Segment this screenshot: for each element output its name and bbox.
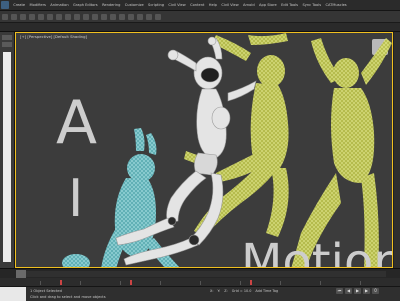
menu-app-store[interactable]: App Store	[257, 0, 279, 10]
curve-editor-icon[interactable]	[127, 13, 134, 20]
track-tick	[280, 281, 281, 285]
scene-explorer-panel	[0, 32, 15, 268]
layer-icon[interactable]	[118, 13, 125, 20]
align-icon[interactable]	[109, 13, 116, 20]
snap-icon[interactable]	[82, 13, 89, 20]
main-toolbar	[0, 11, 400, 23]
go-to-start-icon[interactable]: ⏮	[336, 288, 343, 294]
track-tick	[40, 281, 41, 285]
explorer-tab[interactable]	[2, 42, 12, 47]
undo-icon[interactable]	[1, 13, 8, 20]
menu-catmuscles[interactable]: CATMuscles	[323, 0, 349, 10]
y-coord-label[interactable]: Y:	[217, 289, 220, 293]
prompt-line: Click and drag to select and move object…	[30, 295, 106, 299]
select-by-name-icon[interactable]	[46, 13, 53, 20]
track-tick	[360, 281, 361, 285]
menu-animation[interactable]: Animation	[48, 0, 71, 10]
link-icon[interactable]	[19, 13, 26, 20]
unlink-icon[interactable]	[28, 13, 35, 20]
material-editor-icon[interactable]	[136, 13, 143, 20]
selection-status: 1 Object Selected	[30, 289, 62, 293]
z-coord-label[interactable]: Z:	[224, 289, 227, 293]
time-slider-thumb[interactable]	[16, 270, 26, 278]
track-bar[interactable]	[0, 278, 400, 286]
menu-rendering[interactable]: Rendering	[100, 0, 123, 10]
scale-icon[interactable]	[73, 13, 80, 20]
overlay-text-i: I	[68, 169, 84, 229]
menu-help[interactable]: Help	[207, 0, 220, 10]
grid-value: Grid = 10.0	[231, 289, 252, 293]
previous-frame-icon[interactable]: ◀	[345, 288, 352, 294]
track-tick	[240, 281, 241, 285]
app-logo-icon[interactable]	[1, 1, 9, 9]
menu-content[interactable]: Content	[188, 0, 207, 10]
menu-arnold[interactable]: Arnold	[241, 0, 257, 10]
coordinate-fields: X: Y: Z: Grid = 10.0 Add Time Tag	[210, 289, 278, 293]
keyframe-marker[interactable]	[60, 280, 62, 285]
move-icon[interactable]	[55, 13, 62, 20]
menu-bar: Create Modifiers Animation Graph Editors…	[0, 0, 400, 11]
overlay-text-motion: Motion	[241, 234, 393, 268]
keyframe-marker[interactable]	[130, 280, 132, 285]
add-time-tag[interactable]: Add Time Tag	[255, 289, 278, 293]
playback-controls: ⏮ ◀ ▶ ▶ 0	[336, 288, 379, 294]
rotate-icon[interactable]	[64, 13, 71, 20]
keyframe-marker[interactable]	[250, 280, 252, 285]
play-icon[interactable]: ▶	[354, 288, 361, 294]
mirror-icon[interactable]	[100, 13, 107, 20]
overlay-text-a: A	[56, 88, 98, 158]
status-bar: 1 Object Selected Click and drag to sele…	[0, 286, 400, 301]
menu-civil-view-2[interactable]: Civil View	[219, 0, 241, 10]
track-tick	[80, 281, 81, 285]
menu-sync-tools[interactable]: Sync Tools	[300, 0, 323, 10]
menu-modifiers[interactable]: Modifiers	[27, 0, 48, 10]
time-slider-track[interactable]	[16, 271, 386, 277]
menu-scripting[interactable]: Scripting	[146, 0, 166, 10]
redo-icon[interactable]	[10, 13, 17, 20]
explorer-tab[interactable]	[2, 35, 12, 40]
command-panel-collapsed[interactable]	[394, 32, 400, 268]
track-tick	[200, 281, 201, 285]
track-tick	[320, 281, 321, 285]
angle-snap-icon[interactable]	[91, 13, 98, 20]
menu-graph-editors[interactable]: Graph Editors	[71, 0, 100, 10]
maxscript-listener[interactable]	[0, 287, 26, 301]
render-setup-icon[interactable]	[145, 13, 152, 20]
next-frame-icon[interactable]: ▶	[363, 288, 370, 294]
menu-customize[interactable]: Customize	[123, 0, 146, 10]
render-icon[interactable]	[154, 13, 161, 20]
track-tick	[120, 281, 121, 285]
menu-create[interactable]: Create	[11, 0, 27, 10]
select-icon[interactable]	[37, 13, 44, 20]
perspective-viewport[interactable]: [+] [Perspective] [Default Shading] A I …	[15, 32, 393, 268]
x-coord-label[interactable]: X:	[210, 289, 213, 293]
track-tick	[160, 281, 161, 285]
menu-civil-view[interactable]: Civil View	[166, 0, 188, 10]
menu-edit-tools[interactable]: Edit Tools	[279, 0, 300, 10]
ribbon	[0, 23, 400, 32]
scene-explorer-list[interactable]	[3, 52, 11, 262]
current-frame-field[interactable]: 0	[372, 288, 379, 294]
